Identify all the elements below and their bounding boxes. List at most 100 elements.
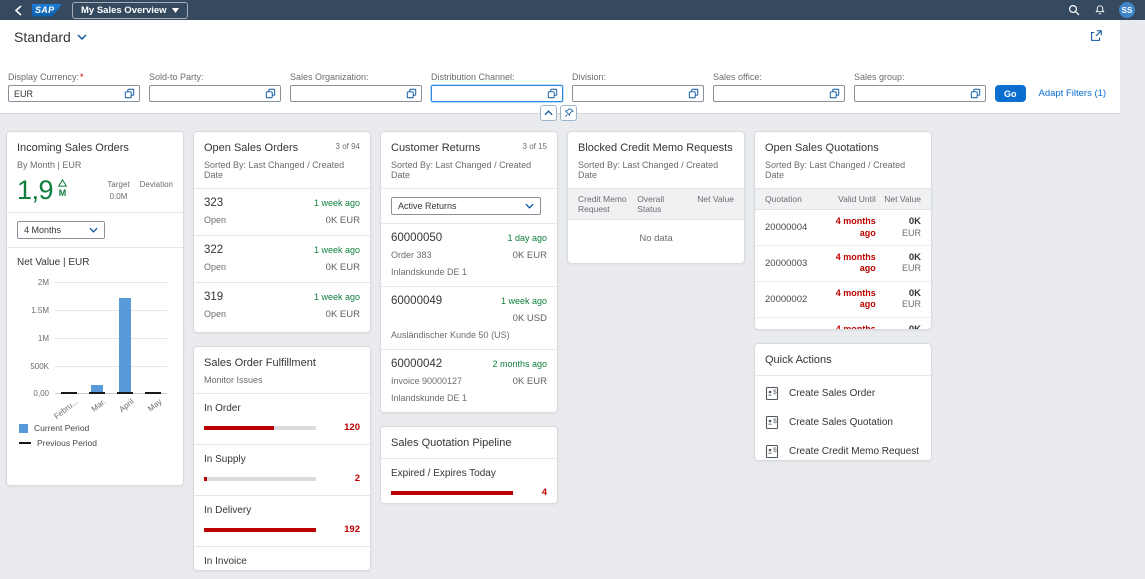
kpi-value: 1,9 <box>17 177 53 204</box>
sold-to-party-input[interactable] <box>149 85 281 102</box>
table-row[interactable]: 20000002 4 months ago 0KEUR <box>755 282 931 318</box>
list-item[interactable]: 600000422 months ago Invoice 900001270K … <box>381 349 557 412</box>
filter-sales-group: Sales group: <box>854 72 986 102</box>
caret-down-icon <box>172 8 179 13</box>
card-title[interactable]: Open Sales Orders <box>204 141 298 155</box>
create-credit-memo-request-action[interactable]: $ Create Credit Memo Request <box>755 437 931 461</box>
bar-april <box>119 298 131 393</box>
card-subtitle: Monitor Issues <box>204 375 360 385</box>
value-help-icon[interactable] <box>970 88 981 99</box>
sales-office-input[interactable] <box>713 85 845 102</box>
division-input[interactable] <box>572 85 704 102</box>
fulfillment-segment[interactable]: In Supply 2 <box>194 444 370 495</box>
filter-display-currency: Display Currency:* EUR <box>8 72 140 102</box>
card-title[interactable]: Open Sales Quotations <box>765 141 921 155</box>
list-item[interactable]: 3221 week ago Open0K EUR <box>194 235 370 282</box>
legend-label: Previous Period <box>37 438 97 448</box>
filter-label: Division: <box>572 72 704 82</box>
customer-name: Inlandskunde DE 1 <box>391 267 547 277</box>
svg-text:$: $ <box>773 448 777 454</box>
table-row[interactable]: 20000001 4 months ago 0KEUR <box>755 318 931 330</box>
value-help-icon[interactable] <box>829 88 840 99</box>
sales-organization-input[interactable] <box>290 85 422 102</box>
bar-chart[interactable]: Net Value | EUR 2M 1.5M 1M 500K 0,00 Feb… <box>7 248 183 458</box>
sales-document-icon: $ <box>765 444 779 459</box>
filter-sold-to-party: Sold-to Party: <box>149 72 281 102</box>
notifications-bell-icon[interactable] <box>1093 3 1107 17</box>
card-title[interactable]: Sales Quotation Pipeline <box>391 436 547 450</box>
kpi-unit: M <box>59 188 67 198</box>
customer-name: Ausländischer Kunde 50 (US) <box>391 330 547 340</box>
distribution-channel-input[interactable] <box>431 85 563 102</box>
search-icon[interactable] <box>1067 3 1081 17</box>
svg-text:$: $ <box>773 390 777 396</box>
no-data-text: No data <box>568 220 744 258</box>
fulfillment-segment[interactable]: In Invoice 22 <box>194 546 370 571</box>
share-icon[interactable] <box>1089 29 1103 43</box>
period-select[interactable]: 4 Months <box>17 221 105 239</box>
y-tick: 2M <box>17 278 49 287</box>
sorted-by: Sorted By: Last Changed / Created Date <box>578 160 734 180</box>
card-title[interactable]: Incoming Sales Orders <box>17 141 173 155</box>
chevron-up-icon <box>544 110 553 116</box>
card-title[interactable]: Sales Order Fulfillment <box>204 356 360 370</box>
pipeline-segment[interactable]: Expired / Expires Today 4 <box>381 458 557 504</box>
sales-group-input[interactable] <box>854 85 986 102</box>
previous-period-marker <box>61 392 77 394</box>
user-avatar[interactable]: SS <box>1119 2 1135 18</box>
value-help-icon[interactable] <box>688 88 699 99</box>
filter-label: Sold-to Party: <box>149 72 281 82</box>
target-value: 0.0M <box>110 192 128 201</box>
back-icon[interactable] <box>10 2 26 18</box>
filter-sales-office: Sales office: <box>713 72 845 102</box>
create-sales-order-action[interactable]: $ Create Sales Order <box>755 379 931 408</box>
svg-text:$: $ <box>773 419 777 425</box>
value-help-icon[interactable] <box>547 88 558 99</box>
create-sales-quotation-action[interactable]: $ Create Sales Quotation <box>755 408 931 437</box>
y-tick: 0,00 <box>17 389 49 398</box>
pin-header-button[interactable] <box>560 105 577 121</box>
app-title-button[interactable]: My Sales Overview <box>72 2 188 19</box>
list-item[interactable]: 600000491 week ago 0K USD Ausländischer … <box>381 286 557 349</box>
sales-document-icon: $ <box>765 415 779 430</box>
y-tick: 1M <box>17 334 49 343</box>
value-help-icon[interactable] <box>265 88 276 99</box>
list-item[interactable]: 600000501 day ago Order 3830K EUR Inland… <box>381 223 557 286</box>
variant-selector[interactable]: Standard <box>14 29 87 45</box>
customer-name: Inlandskunde DE 1 <box>391 393 547 403</box>
card-subtitle: By Month | EUR <box>17 160 173 170</box>
display-currency-input[interactable]: EUR <box>8 85 140 102</box>
adapt-filters-link[interactable]: Adapt Filters (1) <box>1039 88 1107 99</box>
fulfillment-segment[interactable]: In Order 120 <box>194 393 370 444</box>
returns-filter-select[interactable]: Active Returns <box>391 197 541 215</box>
column-header: Quotation <box>765 194 824 204</box>
card-blocked-credit-memo-requests: Blocked Credit Memo Requests Sorted By: … <box>567 131 745 264</box>
collapse-header-button[interactable] <box>540 105 557 121</box>
y-tick: 500K <box>17 362 49 371</box>
table-row[interactable]: 20000004 4 months ago 0KEUR <box>755 210 931 246</box>
table-header: Credit Memo Request Overall Status Net V… <box>568 188 744 220</box>
chevron-down-icon <box>525 203 534 209</box>
card-customer-returns: Customer Returns 3 of 15 Sorted By: Last… <box>380 131 558 413</box>
card-title[interactable]: Blocked Credit Memo Requests <box>578 141 734 155</box>
card-sales-order-fulfillment: Sales Order Fulfillment Monitor Issues I… <box>193 346 371 571</box>
sorted-by: Sorted By: Last Changed / Created Date <box>391 160 547 180</box>
list-item[interactable]: 3191 week ago Open0K EUR <box>194 282 370 329</box>
chart-legend: Current Period Previous Period <box>19 423 173 448</box>
progress-fill <box>204 426 274 430</box>
value-help-icon[interactable] <box>406 88 417 99</box>
table-row[interactable]: 20000003 4 months ago 0KEUR <box>755 246 931 282</box>
y-tick: 1.5M <box>17 306 49 315</box>
fulfillment-segment[interactable]: In Delivery 192 <box>194 495 370 546</box>
required-indicator: * <box>80 72 84 82</box>
card-count: 3 of 94 <box>336 142 360 151</box>
card-title[interactable]: Customer Returns <box>391 141 480 155</box>
card-quick-actions: Quick Actions $ Create Sales Order $ Cre… <box>754 343 932 461</box>
value-help-icon[interactable] <box>124 88 135 99</box>
trend-up-icon <box>58 179 67 187</box>
column-header: Net Value <box>689 194 734 214</box>
go-button[interactable]: Go <box>995 85 1026 102</box>
previous-period-marker <box>145 392 161 394</box>
list-item[interactable]: 3231 week ago Open0K EUR <box>194 188 370 235</box>
progress-track <box>204 426 316 430</box>
